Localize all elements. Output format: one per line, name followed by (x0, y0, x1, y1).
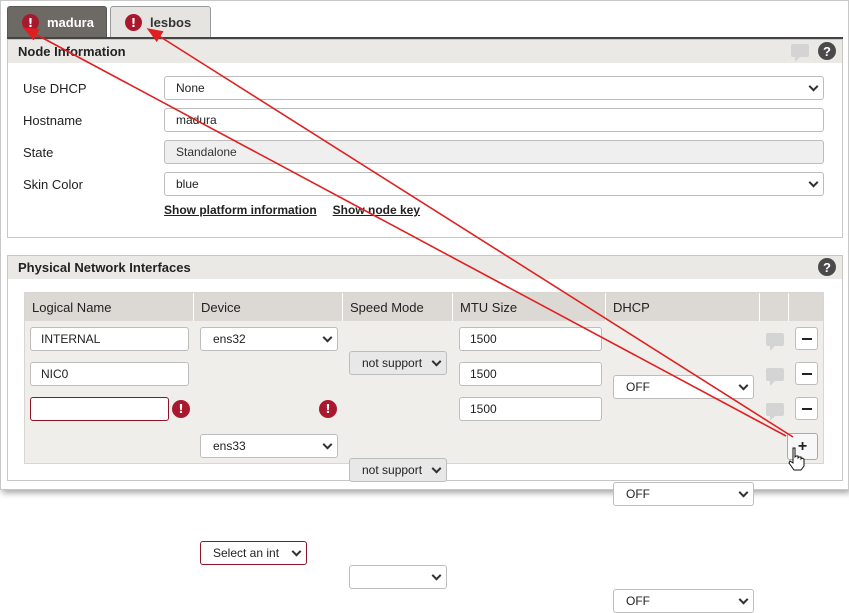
dhcp-select[interactable]: OFF (613, 482, 754, 506)
select-value: OFF (626, 487, 650, 501)
chevron-down-icon (808, 81, 819, 92)
chevron-down-icon (431, 570, 442, 581)
select-value: OFF (626, 594, 650, 608)
comment-icon[interactable] (766, 333, 784, 351)
node-information-panel: Node Information ? Use DHCP None Hostnam… (7, 39, 843, 238)
node-links: Show platform information Show node key (164, 203, 420, 217)
interfaces-table: Logical Name Device Speed Mode MTU Size … (24, 292, 824, 613)
select-value: ens33 (213, 439, 246, 453)
skin-color-row: Skin Color blue (23, 172, 824, 196)
panel-title: Node Information (18, 44, 126, 59)
panel-header: Node Information ? (8, 40, 842, 63)
device-select[interactable]: ens32 (200, 327, 338, 351)
device-select[interactable]: Select an int (200, 541, 307, 565)
device-select[interactable]: ens33 (200, 434, 338, 458)
tab-lesbos[interactable]: ! lesbos (110, 6, 211, 38)
tab-label: lesbos (150, 15, 192, 30)
chevron-down-icon (431, 463, 442, 474)
show-platform-information-link[interactable]: Show platform information (164, 203, 317, 217)
column-header-logical-name: Logical Name (25, 293, 194, 321)
chevron-down-icon (738, 380, 749, 391)
speed-mode-select: not support (349, 458, 447, 482)
logical-name-input[interactable]: INTERNAL (30, 327, 189, 351)
panel-title: Physical Network Interfaces (18, 260, 191, 275)
tab-label: madura (47, 15, 94, 30)
select-value: None (176, 81, 205, 95)
remove-row-button[interactable] (795, 397, 818, 420)
column-header-dhcp: DHCP (606, 293, 760, 321)
comment-icon[interactable] (766, 368, 784, 386)
chevron-down-icon (322, 332, 333, 343)
speed-mode-select: not support (349, 351, 447, 375)
select-value: Select an int (213, 546, 280, 560)
logical-name-input[interactable]: NIC0 (30, 362, 189, 386)
chevron-down-icon (738, 594, 749, 605)
column-header-mtu-size: MTU Size (453, 293, 606, 321)
help-icon[interactable]: ? (818, 258, 836, 276)
speed-mode-select[interactable] (349, 565, 447, 589)
input-value: madura (176, 113, 217, 127)
use-dhcp-select[interactable]: None (164, 76, 824, 100)
mtu-size-input[interactable]: 1500 (459, 362, 602, 386)
chevron-down-icon (738, 487, 749, 498)
comment-icon[interactable] (791, 44, 809, 62)
chevron-down-icon (431, 356, 442, 367)
column-header-device: Device (194, 293, 343, 321)
hostname-row: Hostname madura (23, 108, 824, 132)
dhcp-select[interactable]: OFF (613, 589, 754, 613)
mtu-size-input[interactable]: 1500 (459, 397, 602, 421)
chevron-down-icon (808, 177, 819, 188)
field-label: State (23, 144, 54, 160)
use-dhcp-row: Use DHCP None (23, 76, 824, 100)
error-icon: ! (125, 14, 142, 31)
error-icon: ! (319, 400, 337, 418)
help-icon[interactable]: ? (818, 42, 836, 60)
skin-color-select[interactable]: blue (164, 172, 824, 196)
remove-row-button[interactable] (795, 327, 818, 350)
window-frame: ! madura ! lesbos Node Information ? Use… (0, 0, 849, 613)
mtu-size-input[interactable]: 1500 (459, 327, 602, 351)
error-icon: ! (172, 400, 190, 418)
column-header-comment (760, 293, 789, 321)
field-label: Use DHCP (23, 80, 87, 96)
hand-cursor-icon (788, 447, 805, 471)
field-label: Hostname (23, 112, 83, 128)
column-header-actions (789, 293, 825, 321)
dhcp-select[interactable]: OFF (613, 375, 754, 399)
field-label: Skin Color (23, 176, 83, 192)
field-value: Standalone (176, 145, 237, 159)
select-value: blue (176, 177, 199, 191)
comment-icon[interactable] (766, 403, 784, 421)
chevron-down-icon (291, 546, 302, 557)
error-icon: ! (22, 14, 39, 31)
show-node-key-link[interactable]: Show node key (333, 203, 420, 217)
chevron-down-icon (322, 439, 333, 450)
logical-name-input[interactable] (30, 397, 169, 421)
state-field: Standalone (164, 140, 824, 164)
hostname-input[interactable]: madura (164, 108, 824, 132)
select-value: ens32 (213, 332, 246, 346)
table-header: Logical Name Device Speed Mode MTU Size … (25, 293, 823, 321)
select-value: not support (362, 356, 423, 370)
select-value: OFF (626, 380, 650, 394)
panel-header: Physical Network Interfaces ? (8, 256, 842, 279)
remove-row-button[interactable] (795, 362, 818, 385)
column-header-speed-mode: Speed Mode (343, 293, 453, 321)
physical-network-interfaces-panel: Physical Network Interfaces ? Logical Na… (7, 255, 843, 613)
select-value: not support (362, 463, 423, 477)
state-row: State Standalone (23, 140, 824, 164)
tab-madura[interactable]: ! madura (7, 6, 107, 38)
